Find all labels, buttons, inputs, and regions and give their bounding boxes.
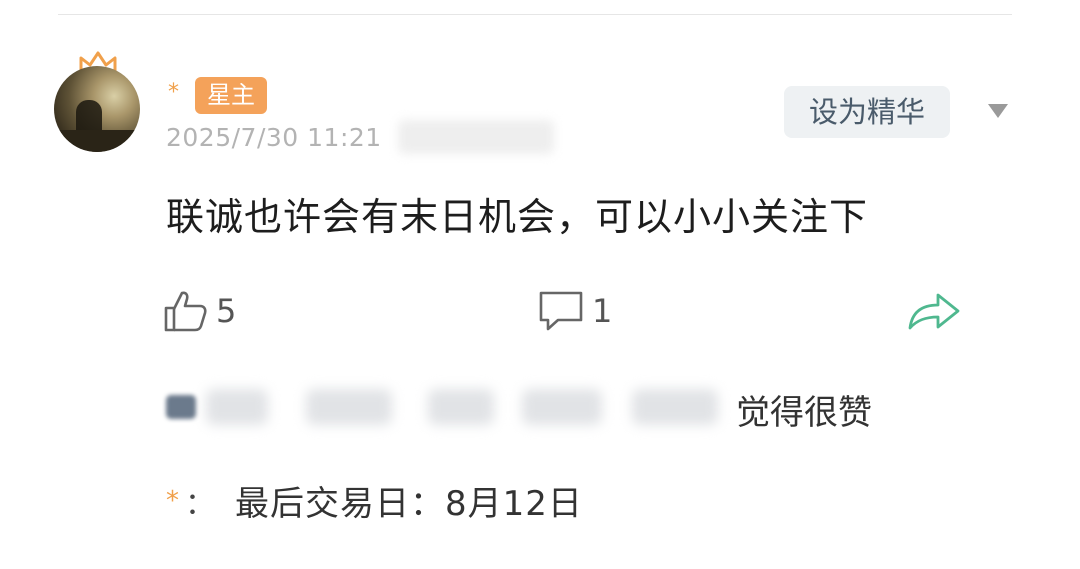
- post-content: 联诚也许会有末日机会，可以小小关注下: [166, 195, 869, 239]
- post-timestamp: 2025/7/30 11:21: [166, 123, 382, 152]
- post-card: * 星主 2025/7/30 11:21 设为精华 联诚也许会有末日机会，可以小…: [0, 0, 1080, 569]
- blurred-meta: [398, 120, 554, 154]
- reply-item[interactable]: * ： 最后交易日：8月12日: [166, 476, 583, 525]
- share-icon: [908, 293, 960, 330]
- reply-author[interactable]: *: [166, 486, 179, 516]
- reply-colon: ：: [185, 486, 215, 522]
- avatar-block[interactable]: [54, 50, 140, 156]
- blurred-user[interactable]: [206, 389, 268, 425]
- share-button[interactable]: [906, 288, 962, 334]
- top-divider: [58, 14, 1012, 15]
- liked-thumb-icon: [166, 395, 196, 419]
- comment-button[interactable]: 1: [536, 288, 612, 334]
- blurred-user[interactable]: [522, 389, 602, 425]
- avatar[interactable]: [54, 66, 140, 152]
- thumbs-up-icon: [164, 291, 207, 332]
- chevron-down-icon[interactable]: [988, 104, 1008, 118]
- like-button[interactable]: 5: [162, 288, 236, 334]
- owner-badge: 星主: [195, 77, 267, 114]
- blurred-user[interactable]: [428, 389, 494, 425]
- comment-icon: [539, 291, 583, 331]
- like-count: 5: [216, 292, 237, 330]
- reply-text: 最后交易日：8月12日: [235, 484, 583, 524]
- author-name[interactable]: *: [168, 80, 179, 105]
- liked-by-text: 觉得很赞: [736, 393, 872, 433]
- blurred-user[interactable]: [632, 389, 718, 425]
- comment-count: 1: [592, 292, 613, 330]
- blurred-user[interactable]: [306, 389, 392, 425]
- set-featured-button[interactable]: 设为精华: [784, 86, 950, 138]
